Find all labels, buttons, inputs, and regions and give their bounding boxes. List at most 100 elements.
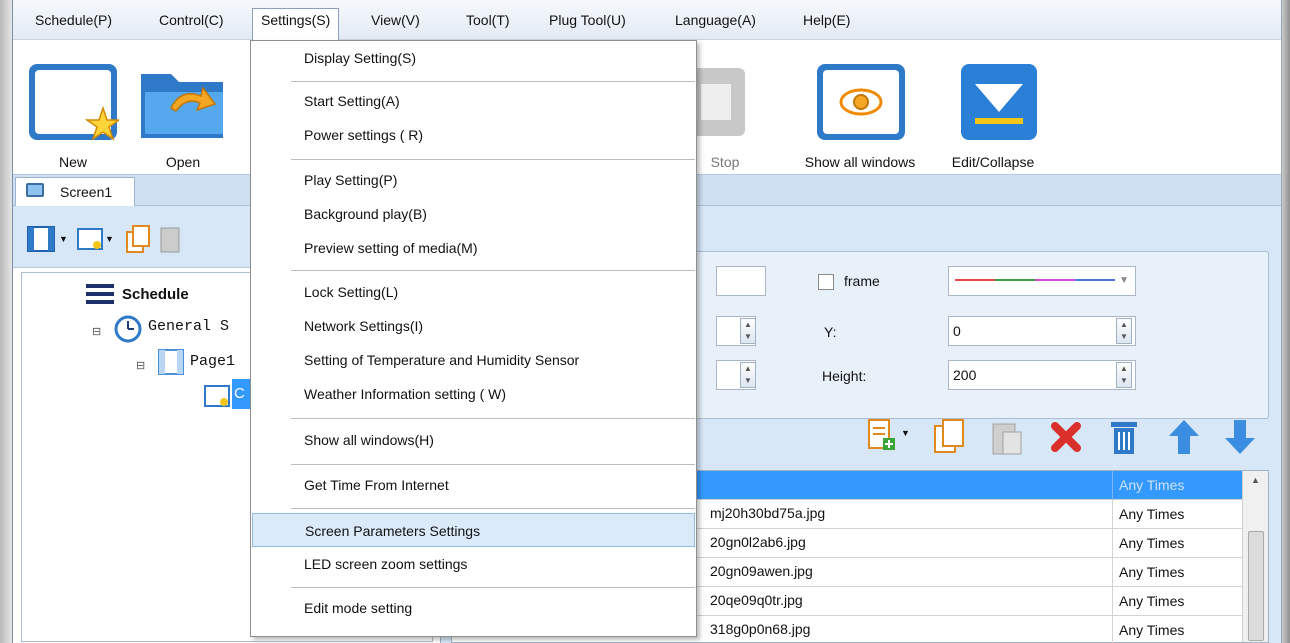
menu-separator [291, 508, 695, 509]
menu-weather-setting[interactable]: Weather Information setting ( W) [252, 377, 695, 411]
times-cell: Any Times [1112, 500, 1242, 529]
add-media-icon[interactable] [867, 418, 897, 454]
show-all-windows-button[interactable]: Show all windows [785, 48, 935, 176]
x-spinner[interactable]: ▲ ▼ [740, 318, 756, 344]
menu-separator [291, 464, 695, 465]
app-window: Schedule(P) Control(C) Settings(S) View(… [12, 0, 1282, 643]
height-label: Height: [822, 368, 867, 384]
menu-separator [291, 587, 695, 588]
dropdown-arrow-icon[interactable]: ▼ [105, 234, 114, 244]
menu-language[interactable]: Language(A) [667, 9, 764, 33]
dropdown-arrow-icon[interactable]: ▼ [59, 234, 68, 244]
add-window-icon[interactable] [77, 228, 103, 250]
y-label: Y: [824, 324, 837, 340]
paste-media-icon[interactable] [991, 418, 1025, 456]
copy-icon[interactable] [125, 224, 151, 254]
media-name-cell: mj20h30bd75a.jpg [710, 505, 826, 521]
menu-separator [291, 81, 695, 82]
menu-display-setting[interactable]: Display Setting(S) [252, 41, 695, 75]
frame-checkbox[interactable] [818, 274, 834, 290]
trash-icon[interactable] [1107, 418, 1141, 456]
open-folder-icon [141, 74, 223, 138]
frame-style-select[interactable]: ▼ [948, 266, 1136, 296]
media-name-cell: 318g0p0n68.jpg [710, 621, 811, 637]
show-all-windows-label: Show all windows [804, 154, 916, 170]
menu-bar: Schedule(P) Control(C) Settings(S) View(… [13, 0, 1281, 41]
move-up-icon[interactable] [1167, 418, 1201, 456]
tree-node-schedule[interactable]: Schedule [122, 286, 189, 303]
times-cell: Any Times [1112, 616, 1242, 643]
menu-screen-parameters-settings[interactable]: Screen Parameters Settings [252, 513, 695, 547]
collapse-icon [961, 64, 1037, 140]
chevron-down-icon: ▼ [1119, 275, 1129, 286]
media-name-cell: 20qe09q0tr.jpg [710, 592, 803, 608]
menu-play-setting[interactable]: Play Setting(P) [252, 163, 695, 197]
tree-node-page[interactable]: Page1 [190, 353, 235, 370]
menu-separator [291, 418, 695, 419]
edit-collapse-label: Edit/Collapse [951, 154, 1035, 170]
times-cell: Any Times [1112, 558, 1242, 587]
edit-collapse-button[interactable]: Edit/Collapse [933, 48, 1053, 176]
y-spinner[interactable]: ▲ ▼ [1116, 318, 1132, 344]
collapse-toggle-icon[interactable]: ⊟ [92, 325, 101, 338]
settings-dropdown-menu: Display Setting(S) Start Setting(A) Powe… [250, 40, 697, 637]
times-cell: Any Times [1112, 587, 1242, 616]
menu-view[interactable]: View(V) [363, 9, 428, 33]
open-button[interactable]: Open [133, 48, 233, 176]
times-cell: Any Times [1112, 471, 1242, 500]
add-program-icon[interactable] [27, 226, 55, 252]
page-icon [158, 349, 184, 375]
eye-icon [817, 64, 905, 140]
stop-button[interactable]: Stop [687, 48, 761, 176]
collapse-toggle-icon[interactable]: ⊟ [136, 359, 145, 372]
menu-led-zoom-settings[interactable]: LED screen zoom settings [252, 547, 695, 581]
menu-start-setting[interactable]: Start Setting(A) [252, 84, 695, 118]
new-icon [29, 64, 119, 141]
menu-power-settings[interactable]: Power settings ( R) [252, 118, 695, 152]
menu-tool[interactable]: Tool(T) [458, 9, 518, 33]
height-spinner[interactable]: ▲ ▼ [1116, 362, 1132, 388]
menu-background-play[interactable]: Background play(B) [252, 197, 695, 231]
media-name-cell: 20gn09awen.jpg [710, 563, 813, 579]
menu-plug-tool[interactable]: Plug Tool(U) [541, 9, 634, 33]
y-field[interactable]: 0 [948, 316, 1136, 346]
times-cell: Any Times [1112, 529, 1242, 558]
paste-icon[interactable] [159, 224, 183, 254]
monitor-icon [26, 183, 44, 197]
scroll-up-icon[interactable]: ▲ [1251, 475, 1260, 485]
delete-icon[interactable] [1049, 420, 1083, 454]
list-scrollbar[interactable]: ▲ [1242, 471, 1268, 642]
copy-media-icon[interactable] [933, 418, 967, 456]
stop-label: Stop [710, 154, 740, 170]
menu-edit-mode-setting[interactable]: Edit mode setting [252, 591, 695, 625]
menu-network-settings[interactable]: Network Settings(I) [252, 309, 695, 343]
window-left-edge [0, 0, 12, 643]
height-field[interactable]: 200 [948, 360, 1136, 390]
menu-preview-setting[interactable]: Preview setting of media(M) [252, 231, 695, 265]
new-label: New [58, 154, 87, 170]
name-field[interactable] [716, 266, 766, 296]
media-name-cell: 20gn0l2ab6.jpg [710, 534, 806, 550]
menu-control[interactable]: Control(C) [151, 9, 232, 33]
menu-get-time-from-internet[interactable]: Get Time From Internet [252, 468, 695, 502]
width-spinner[interactable]: ▲ ▼ [740, 362, 756, 388]
menu-separator [291, 159, 695, 160]
tree-node-general[interactable]: General S [148, 318, 229, 335]
frame-pattern-preview [955, 279, 1115, 281]
menu-separator [291, 270, 695, 271]
frame-label: frame [844, 273, 880, 289]
schedule-list-icon [86, 284, 114, 304]
menu-show-all-windows[interactable]: Show all windows(H) [252, 423, 695, 457]
open-label: Open [165, 154, 201, 170]
menu-settings[interactable]: Settings(S) [252, 8, 340, 41]
menu-temperature-humidity-setting[interactable]: Setting of Temperature and Humidity Sens… [252, 343, 695, 377]
window-icon [204, 385, 230, 407]
menu-help[interactable]: Help(E) [795, 9, 858, 33]
menu-schedule[interactable]: Schedule(P) [27, 9, 120, 33]
scroll-thumb[interactable] [1248, 531, 1264, 641]
dropdown-arrow-icon[interactable]: ▼ [901, 428, 910, 438]
move-down-icon[interactable] [1223, 418, 1257, 456]
new-button[interactable]: New [23, 48, 123, 176]
menu-lock-setting[interactable]: Lock Setting(L) [252, 275, 695, 309]
tab-screen1[interactable]: Screen1 [15, 177, 135, 207]
